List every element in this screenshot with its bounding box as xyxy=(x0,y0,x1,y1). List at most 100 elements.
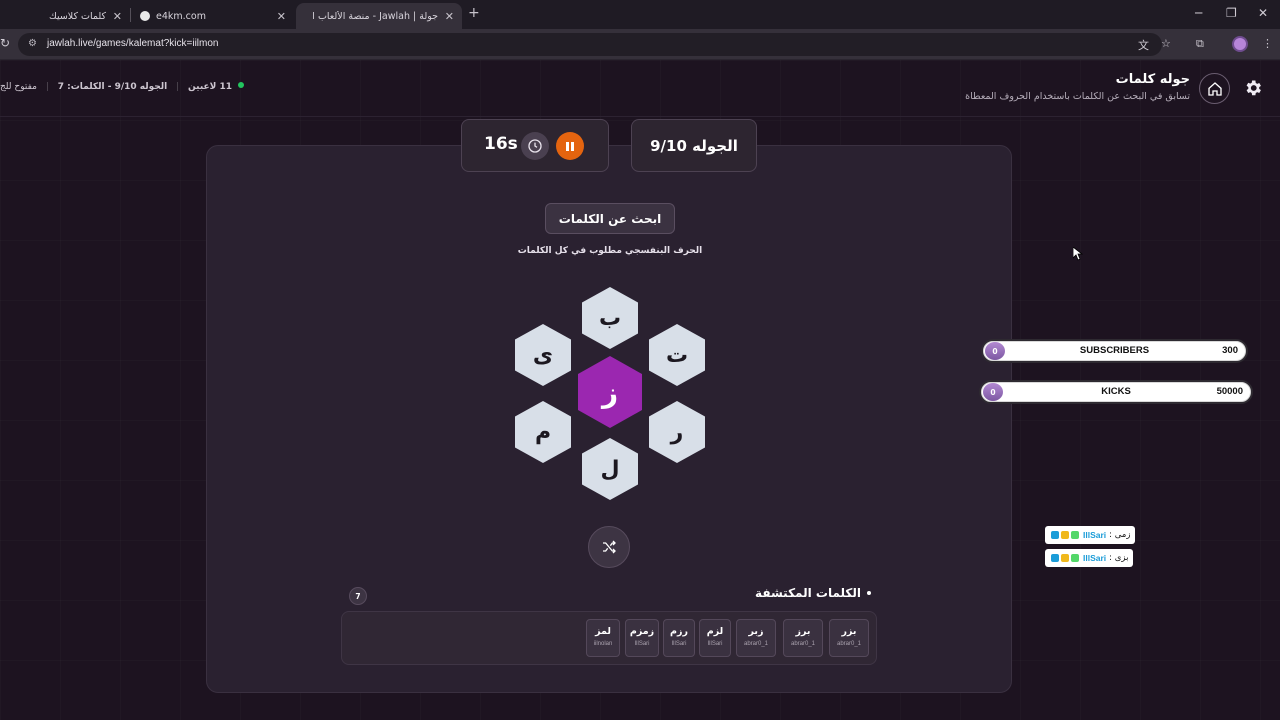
badge-icon xyxy=(1051,531,1059,539)
list-item: رزم IllSari xyxy=(663,619,695,657)
word-user: abrar0_1 xyxy=(836,641,862,647)
chat-message: IllSari بزى : xyxy=(1045,549,1134,567)
chat-username: IllSari xyxy=(1083,530,1107,540)
clock-icon xyxy=(521,132,549,160)
minimize-icon[interactable]: ─ xyxy=(1195,6,1202,20)
shuffle-button[interactable] xyxy=(588,526,630,568)
subscribers-goal-bar: 0 SUBSCRIBERS 300 xyxy=(981,339,1248,363)
pause-button[interactable] xyxy=(556,132,584,160)
page: جوله كلمات تسابق في البحث عن الكلمات باس… xyxy=(0,60,1280,720)
found-words-title-text: الكلمات المكتشفة xyxy=(755,586,861,600)
tab-title: كلمات كلاسيك xyxy=(48,10,106,22)
page-subtitle: تسابق في البحث عن الكلمات باستخدام الحرو… xyxy=(965,91,1190,102)
badge-icon xyxy=(1061,531,1069,539)
online-indicator xyxy=(237,82,244,88)
word-user: IllSari xyxy=(707,641,723,647)
goal-value: 300 xyxy=(1222,345,1238,356)
goal-value: 50000 xyxy=(1216,386,1243,397)
badge-icon xyxy=(1051,554,1059,562)
close-icon[interactable]: ✕ xyxy=(445,10,454,23)
browser-tab-active[interactable]: جولة | Jawlah - منصة الألعاب الـ ✕ xyxy=(296,3,462,29)
restore-icon[interactable]: ❐ xyxy=(1226,6,1237,20)
letter-tile-bottom-right[interactable]: ر xyxy=(649,401,705,463)
home-icon xyxy=(1207,81,1222,96)
home-button[interactable] xyxy=(1199,73,1230,104)
word-text: لمز xyxy=(595,626,611,637)
tab-separator xyxy=(130,8,131,22)
browser-address-bar: ↻ ⚙ jawlah.live/games/kalemat?kick=iilmo… xyxy=(0,29,1280,60)
browser-tab[interactable]: e4km.com ✕ xyxy=(132,3,294,29)
open-status: مفتوح للج xyxy=(0,82,37,92)
find-words-button[interactable]: ابحث عن الكلمات xyxy=(545,203,675,234)
word-user: abrar0_1 xyxy=(743,641,769,647)
site-settings-icon[interactable]: ⚙ xyxy=(28,38,37,49)
reload-icon[interactable]: ↻ xyxy=(0,36,10,50)
list-item: زبر abrar0_1 xyxy=(736,619,776,657)
page-title: جوله كلمات xyxy=(1115,72,1190,87)
letter-tile-top-right[interactable]: ت xyxy=(649,324,705,386)
found-words-count: 7 xyxy=(349,587,367,605)
word-user: iilnolan xyxy=(593,641,613,647)
url-field[interactable]: ⚙ jawlah.live/games/kalemat?kick=iilmon xyxy=(18,33,1162,56)
word-text: لزم xyxy=(706,626,724,637)
shuffle-icon xyxy=(603,540,616,554)
divider: | xyxy=(45,82,49,92)
goal-label: SUBSCRIBERS xyxy=(1079,345,1150,356)
tab-title: e4km.com xyxy=(156,10,206,22)
letter-tile-top[interactable]: ب xyxy=(582,287,638,349)
list-item: زمزم IllSari xyxy=(625,619,659,657)
letter-tile-center[interactable]: ز xyxy=(578,356,642,428)
players-status: 11 لاعبين xyxy=(188,82,233,92)
found-words-list: بزر abrar0_1 برز abrar0_1 زبر abrar0_1 لزم I… xyxy=(341,611,877,665)
header-divider xyxy=(0,116,1280,117)
more-menu-icon[interactable]: ⋮ xyxy=(1262,37,1273,50)
browser-tab[interactable]: كلمات كلاسيك ✕ xyxy=(8,3,130,29)
list-item: برز abrar0_1 xyxy=(783,619,823,657)
letter-tile-bottom[interactable]: ل xyxy=(582,438,638,500)
badge-icon xyxy=(1061,554,1069,562)
url-text[interactable]: jawlah.live/games/kalemat?kick=iilmon xyxy=(47,38,218,49)
settings-gear-icon[interactable] xyxy=(1238,73,1268,103)
mouse-cursor-icon xyxy=(1073,247,1083,261)
word-text: بزر xyxy=(841,626,857,637)
word-user: abrar0_1 xyxy=(790,641,816,647)
list-item: لمز iilnolan xyxy=(586,619,620,657)
chat-text: زمى : xyxy=(1109,530,1131,540)
bullet-icon xyxy=(867,591,871,595)
word-text: برز xyxy=(795,626,811,637)
divider: | xyxy=(176,82,180,92)
globe-icon xyxy=(140,11,150,21)
timer-card: 16s xyxy=(461,119,609,172)
close-window-icon[interactable]: ✕ xyxy=(1258,6,1268,20)
tab-title: جولة | Jawlah - منصة الألعاب الـ xyxy=(312,10,438,22)
profile-avatar[interactable] xyxy=(1232,36,1248,52)
star-icon[interactable]: ☆ xyxy=(1161,37,1171,50)
status-line: مفتوح للج | الجوله 9/10 - الكلمات: 7 | 1… xyxy=(0,82,244,92)
chat-message: IllSari زمى : xyxy=(1045,526,1136,544)
browser-tab-bar: كلمات كلاسيك ✕ e4km.com ✕ جولة | Jawlah … xyxy=(0,0,1280,29)
new-tab-icon[interactable]: + xyxy=(468,5,480,21)
word-user: IllSari xyxy=(671,641,687,647)
translate-icon[interactable]: 文 xyxy=(1138,37,1149,53)
pause-icon xyxy=(571,141,574,151)
goal-label: KICKS xyxy=(1101,386,1131,397)
badge-icon xyxy=(1071,554,1079,562)
round-card: الجوله 9/10 xyxy=(631,119,757,172)
found-words-title: الكلمات المكتشفة xyxy=(755,586,871,600)
word-text: زمزم xyxy=(629,626,655,637)
extensions-icon[interactable]: ⧉ xyxy=(1196,37,1204,51)
round-label: الجوله 9/10 xyxy=(650,136,738,155)
kicks-goal-bar: 0 KICKS 50000 xyxy=(979,380,1253,404)
word-text: زبر xyxy=(748,626,764,637)
chat-username: IllSari xyxy=(1083,553,1107,563)
word-user: IllSari xyxy=(634,641,650,647)
letter-tile-bottom-left[interactable]: م xyxy=(515,401,571,463)
close-icon[interactable]: ✕ xyxy=(277,10,286,23)
list-item: بزر abrar0_1 xyxy=(829,619,869,657)
badge-icon xyxy=(1071,531,1079,539)
timer-value: 16s xyxy=(484,134,518,154)
letter-tile-top-left[interactable]: ى xyxy=(515,324,571,386)
hint-text: الحرف البنفسجي مطلوب في كل الكلمات xyxy=(517,246,703,256)
close-icon[interactable]: ✕ xyxy=(113,10,122,23)
chat-text: بزى : xyxy=(1109,553,1129,563)
